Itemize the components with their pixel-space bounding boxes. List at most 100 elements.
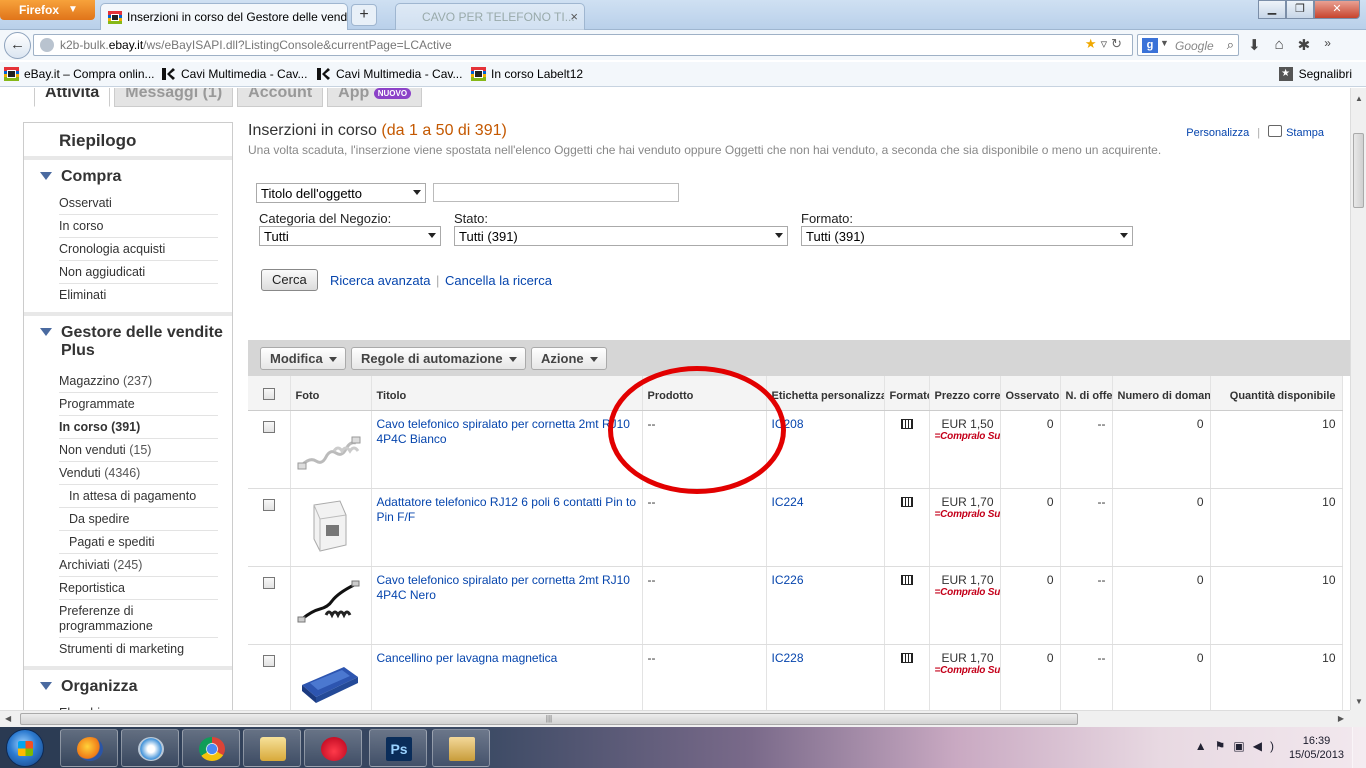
search-input[interactable]: g ▼ Google ⌕ (1137, 34, 1239, 56)
sidebar-item-cronologia[interactable]: Cronologia acquisti (59, 238, 218, 261)
custom-label-link[interactable]: IC226 (772, 573, 804, 587)
product-thumbnail[interactable] (296, 666, 362, 711)
table-row[interactable]: Cancellino per lavagna magnetica -- IC228 E… (248, 644, 1343, 711)
automation-rules-button[interactable]: Regole di automazione (351, 347, 526, 370)
action-button[interactable]: Azione (531, 347, 607, 370)
modify-button[interactable]: Modifica (260, 347, 346, 370)
sidebar-item-osservati[interactable]: Osservati (59, 192, 218, 215)
minimize-button[interactable]: ▁ (1258, 0, 1286, 19)
reload-icon[interactable]: ↻ (1111, 36, 1126, 51)
scroll-right-icon[interactable]: ▶ (1338, 714, 1344, 723)
sidebar-section-title[interactable]: Gestore delle vendite Plus (24, 316, 232, 370)
col-quantita[interactable]: Quantità disponibile (1210, 376, 1343, 411)
print-link[interactable]: Stampa (1286, 127, 1324, 139)
sidebar-item-non-venduti[interactable]: Non venduti (15) (59, 439, 218, 462)
photo-cell[interactable] (290, 644, 372, 711)
bookmark-star-icon[interactable]: ★ (1085, 36, 1101, 51)
bookmark-item[interactable]: eBay.it – Compra onlin... (4, 67, 155, 81)
start-button[interactable] (6, 729, 44, 767)
clear-search-link[interactable]: Cancella la ricerca (445, 273, 552, 288)
show-desktop-button[interactable] (1352, 727, 1366, 768)
vertical-scrollbar[interactable]: ▲ ▼ (1350, 88, 1366, 710)
row-checkbox[interactable] (263, 498, 276, 511)
sidebar-item-magazzino[interactable]: Magazzino (237) (59, 370, 218, 393)
bookmark-item[interactable]: Cavi Multimedia - Cav... (161, 67, 307, 81)
dropdown-arrow-icon[interactable]: ▿ (1101, 36, 1112, 51)
listing-title-link[interactable]: Cavo telefonico spiralato per cornetta 2… (377, 417, 630, 446)
tab-messaggi[interactable]: Messaggi (1) (114, 88, 234, 107)
col-prezzo[interactable]: Prezzo corrente (929, 376, 1001, 411)
taskbar-window[interactable] (432, 729, 490, 767)
sidebar-item-archiviati[interactable]: Archiviati (245) (59, 554, 218, 577)
sidebar-section-title[interactable]: Compra (24, 160, 232, 192)
col-offerte[interactable]: N. di offerte (1060, 376, 1113, 411)
sidebar-item-da-spedire[interactable]: Da spedire (59, 508, 218, 531)
horizontal-scroll-thumb[interactable]: ||| (20, 713, 1078, 725)
sidebar-item-venduti[interactable]: Venduti (4346) (59, 462, 218, 485)
row-checkbox[interactable] (263, 420, 276, 433)
status-select[interactable]: Tutti (391) (454, 226, 788, 246)
sidebar-item-attesa-pagamento[interactable]: In attesa di pagamento (59, 485, 218, 508)
photo-cell[interactable] (290, 410, 372, 489)
sidebar-item-in-corso[interactable]: In corso (391) (59, 416, 218, 439)
firefox-menu-button[interactable]: Firefox ▼ (0, 0, 95, 20)
sidebar-item-eliminati[interactable]: Eliminati (59, 284, 218, 306)
taskbar-photoshop[interactable]: Ps (369, 729, 427, 767)
table-row[interactable]: Adattatore telefonico RJ12 6 poli 6 cont… (248, 488, 1343, 567)
sidebar-item-in-corso-buy[interactable]: In corso (59, 215, 218, 238)
bookmark-item[interactable]: In corso Labelt12 (471, 67, 583, 81)
product-thumbnail[interactable] (296, 580, 362, 636)
addon-icon[interactable]: ✱ (1298, 36, 1311, 54)
maximize-button[interactable]: ❐ (1286, 0, 1314, 19)
download-icon[interactable]: ⬇ (1248, 36, 1261, 54)
col-osservatori[interactable]: Osservatori (1000, 376, 1061, 411)
format-select[interactable]: Tutti (391) (801, 226, 1133, 246)
photo-cell[interactable] (290, 488, 372, 567)
custom-label-link[interactable]: IC224 (772, 495, 804, 509)
col-formato[interactable]: Formato (884, 376, 930, 411)
back-button[interactable]: ← (4, 32, 31, 59)
personalize-link[interactable]: Personalizza (1186, 127, 1249, 139)
network-icon[interactable]: ▣ (1233, 739, 1252, 753)
col-etichetta[interactable]: Etichetta personalizzata (766, 376, 885, 411)
scroll-down-icon[interactable]: ▼ (1355, 697, 1363, 706)
clock[interactable]: 16:39 15/05/2013 (1289, 734, 1344, 762)
scroll-up-icon[interactable]: ▲ (1355, 94, 1363, 103)
tab-inactive[interactable]: CAVO PER TELEFONO TI... × (395, 3, 585, 30)
photo-cell[interactable] (290, 566, 372, 645)
taskbar-explorer[interactable] (243, 729, 301, 767)
horizontal-scrollbar[interactable]: ◀ ||| ▶ (0, 710, 1350, 727)
search-text-input[interactable] (433, 183, 679, 202)
listing-title-link[interactable]: Cancellino per lavagna magnetica (377, 651, 558, 665)
chevron-right-icon[interactable]: » (1324, 36, 1331, 54)
listing-title-link[interactable]: Adattatore telefonico RJ12 6 poli 6 cont… (377, 495, 637, 524)
col-titolo[interactable]: Titolo (371, 376, 643, 411)
table-row[interactable]: Cavo telefonico spiralato per cornetta 2… (248, 410, 1343, 489)
row-checkbox[interactable] (263, 654, 276, 667)
sidebar-item-marketing[interactable]: Strumenti di marketing (59, 638, 218, 660)
bookmarks-menu[interactable]: ★ Segnalibri (1278, 67, 1352, 81)
sidebar-item-preferenze[interactable]: Preferenze di programmazione (59, 600, 218, 638)
table-row[interactable]: Cavo telefonico spiralato per cornetta 2… (248, 566, 1343, 645)
col-foto[interactable]: Foto (290, 376, 372, 411)
tab-attivita[interactable]: Attività (34, 88, 111, 107)
taskbar-strawberry[interactable] (304, 729, 362, 767)
listing-title-link[interactable]: Cavo telefonico spiralato per cornetta 2… (377, 573, 630, 602)
sidebar-item-pagati-spediti[interactable]: Pagati e spediti (59, 531, 218, 554)
scroll-left-icon[interactable]: ◀ (5, 714, 11, 723)
tab-app[interactable]: App NUOVO (327, 88, 423, 107)
sidebar-section-title[interactable]: Organizza (24, 670, 232, 702)
volume-icon[interactable]: ◀) (1253, 739, 1282, 753)
taskbar-firefox[interactable] (60, 729, 118, 767)
category-select[interactable]: Tutti (259, 226, 441, 246)
search-field-select[interactable]: Titolo dell'oggetto (256, 183, 426, 203)
sidebar-item-elenchi[interactable]: Elenchi (59, 702, 218, 710)
taskbar-chrome[interactable] (182, 729, 240, 767)
flag-icon[interactable]: ⚑ (1215, 739, 1234, 753)
sidebar-item-non-aggiudicati[interactable]: Non aggiudicati (59, 261, 218, 284)
row-checkbox[interactable] (263, 576, 276, 589)
address-bar[interactable]: k2b-bulk.ebay.it/ws/eBayISAPI.dll?Listin… (33, 34, 1133, 56)
close-window-button[interactable]: ✕ (1314, 0, 1360, 19)
chevron-up-icon[interactable]: ▲ (1195, 739, 1215, 753)
sidebar-item-reportistica[interactable]: Reportistica (59, 577, 218, 600)
